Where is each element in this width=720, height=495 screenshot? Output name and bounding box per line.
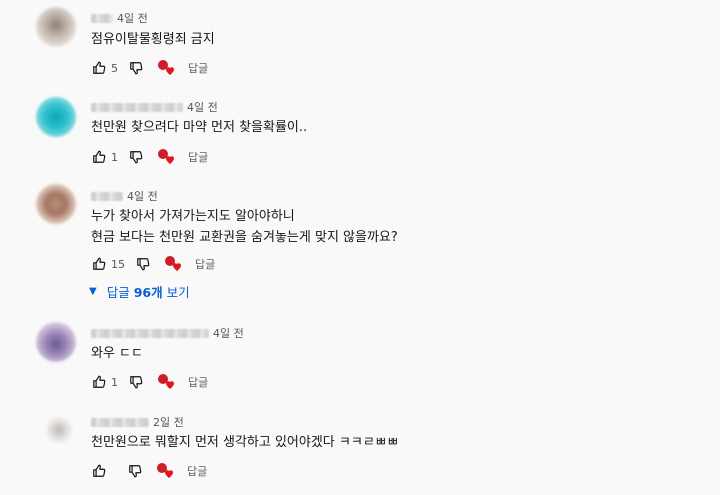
comment-line: 와우 ㄷㄷ	[91, 346, 143, 361]
comment-time[interactable]: 4일 전	[213, 325, 244, 341]
comment-actions: 답글	[89, 461, 207, 481]
like-button[interactable]	[89, 147, 109, 167]
replies-suffix: 보기	[166, 285, 190, 300]
comment-meta: 4일 전	[91, 188, 158, 204]
reply-button[interactable]: 답글	[188, 374, 208, 390]
avatar[interactable]	[46, 417, 72, 443]
dislike-button[interactable]	[126, 372, 146, 392]
avatar[interactable]	[36, 7, 76, 47]
comment-text: 와우 ㄷㄷ	[91, 343, 143, 364]
comment-meta: 4일 전	[91, 325, 244, 341]
comment-meta: 4일 전	[91, 99, 218, 115]
creator-heart-icon	[156, 58, 176, 78]
comment-actions: 5 답글	[89, 58, 208, 78]
like-count: 1	[111, 150, 118, 164]
author-name-blurred[interactable]	[91, 191, 123, 201]
reply-button[interactable]: 답글	[188, 149, 208, 165]
like-count: 1	[111, 375, 118, 389]
creator-heart-icon	[156, 372, 176, 392]
replies-count: 96개	[133, 285, 163, 300]
like-button[interactable]	[89, 58, 109, 78]
comment-text: 점유이탈물횡령죄 금지	[91, 29, 215, 50]
comment-text: 천만원으로 뭐할지 먼저 생각하고 있어야겠다 ㅋㅋㄹㅃㅃ	[91, 432, 399, 453]
thumbs-down-icon	[130, 151, 143, 164]
comment-time[interactable]: 4일 전	[127, 188, 158, 204]
thumbs-up-icon	[93, 150, 106, 163]
comment-actions: 1 답글	[89, 147, 208, 167]
comment-actions: 15 답글	[89, 254, 215, 274]
like-button[interactable]	[89, 254, 109, 274]
caret-down-icon: ▼	[89, 286, 97, 297]
creator-heart-icon	[163, 254, 183, 274]
thumbs-up-icon	[93, 257, 106, 270]
dislike-button[interactable]	[126, 147, 146, 167]
avatar[interactable]	[36, 322, 76, 362]
dislike-button[interactable]	[126, 58, 146, 78]
like-button[interactable]	[89, 372, 109, 392]
comments-section: 4일 전 점유이탈물횡령죄 금지 5 답글 4일 전 천만원 찾으려다 마약 먼…	[0, 0, 720, 495]
comment-text: 천만원 찾으려다 마약 먼저 찾을확률이..	[91, 117, 307, 138]
like-count: 5	[111, 61, 118, 75]
comment-text: 누가 찾아서 가져가는지도 알아야하니 현금 보다는 천만원 교환권을 숨겨놓는…	[91, 206, 398, 248]
thumbs-up-icon	[93, 61, 106, 74]
like-button[interactable]	[89, 461, 109, 481]
comment-time[interactable]: 4일 전	[117, 10, 148, 26]
comment-line: 천만원으로 뭐할지 먼저 생각하고 있어야겠다 ㅋㅋㄹㅃㅃ	[91, 435, 399, 450]
thumbs-down-icon	[137, 258, 150, 271]
reply-button[interactable]: 답글	[195, 256, 215, 272]
comment-time[interactable]: 2일 전	[153, 414, 184, 430]
avatar[interactable]	[36, 184, 76, 224]
comment-meta: 2일 전	[91, 414, 184, 430]
view-replies-button[interactable]: ▼ 답글 96개 보기	[89, 282, 190, 301]
thumbs-down-icon	[130, 62, 143, 75]
comment-line: 현금 보다는 천만원 교환권을 숨겨놓는게 맞지 않을까요?	[91, 230, 398, 245]
thumbs-up-icon	[93, 464, 106, 477]
creator-heart-icon	[155, 461, 175, 481]
comment-meta: 4일 전	[91, 10, 148, 26]
comment-actions: 1 답글	[89, 372, 208, 392]
replies-prefix: 답글	[106, 285, 130, 300]
author-name-blurred[interactable]	[91, 13, 113, 23]
comment-line: 점유이탈물횡령죄 금지	[91, 32, 215, 47]
reply-button[interactable]: 답글	[188, 60, 208, 76]
like-count: 15	[111, 257, 125, 271]
author-name-blurred[interactable]	[91, 417, 149, 427]
comment-line: 누가 찾아서 가져가는지도 알아야하니	[91, 209, 295, 224]
comment-time[interactable]: 4일 전	[187, 99, 218, 115]
author-name-blurred[interactable]	[91, 102, 183, 112]
reply-button[interactable]: 답글	[187, 463, 207, 479]
dislike-button[interactable]	[133, 254, 153, 274]
author-name-blurred[interactable]	[91, 328, 209, 338]
dislike-button[interactable]	[125, 461, 145, 481]
thumbs-down-icon	[129, 465, 142, 478]
creator-heart-icon	[156, 147, 176, 167]
thumbs-up-icon	[93, 375, 106, 388]
thumbs-down-icon	[130, 376, 143, 389]
comment-line: 천만원 찾으려다 마약 먼저 찾을확률이..	[91, 120, 308, 135]
avatar[interactable]	[36, 97, 76, 137]
